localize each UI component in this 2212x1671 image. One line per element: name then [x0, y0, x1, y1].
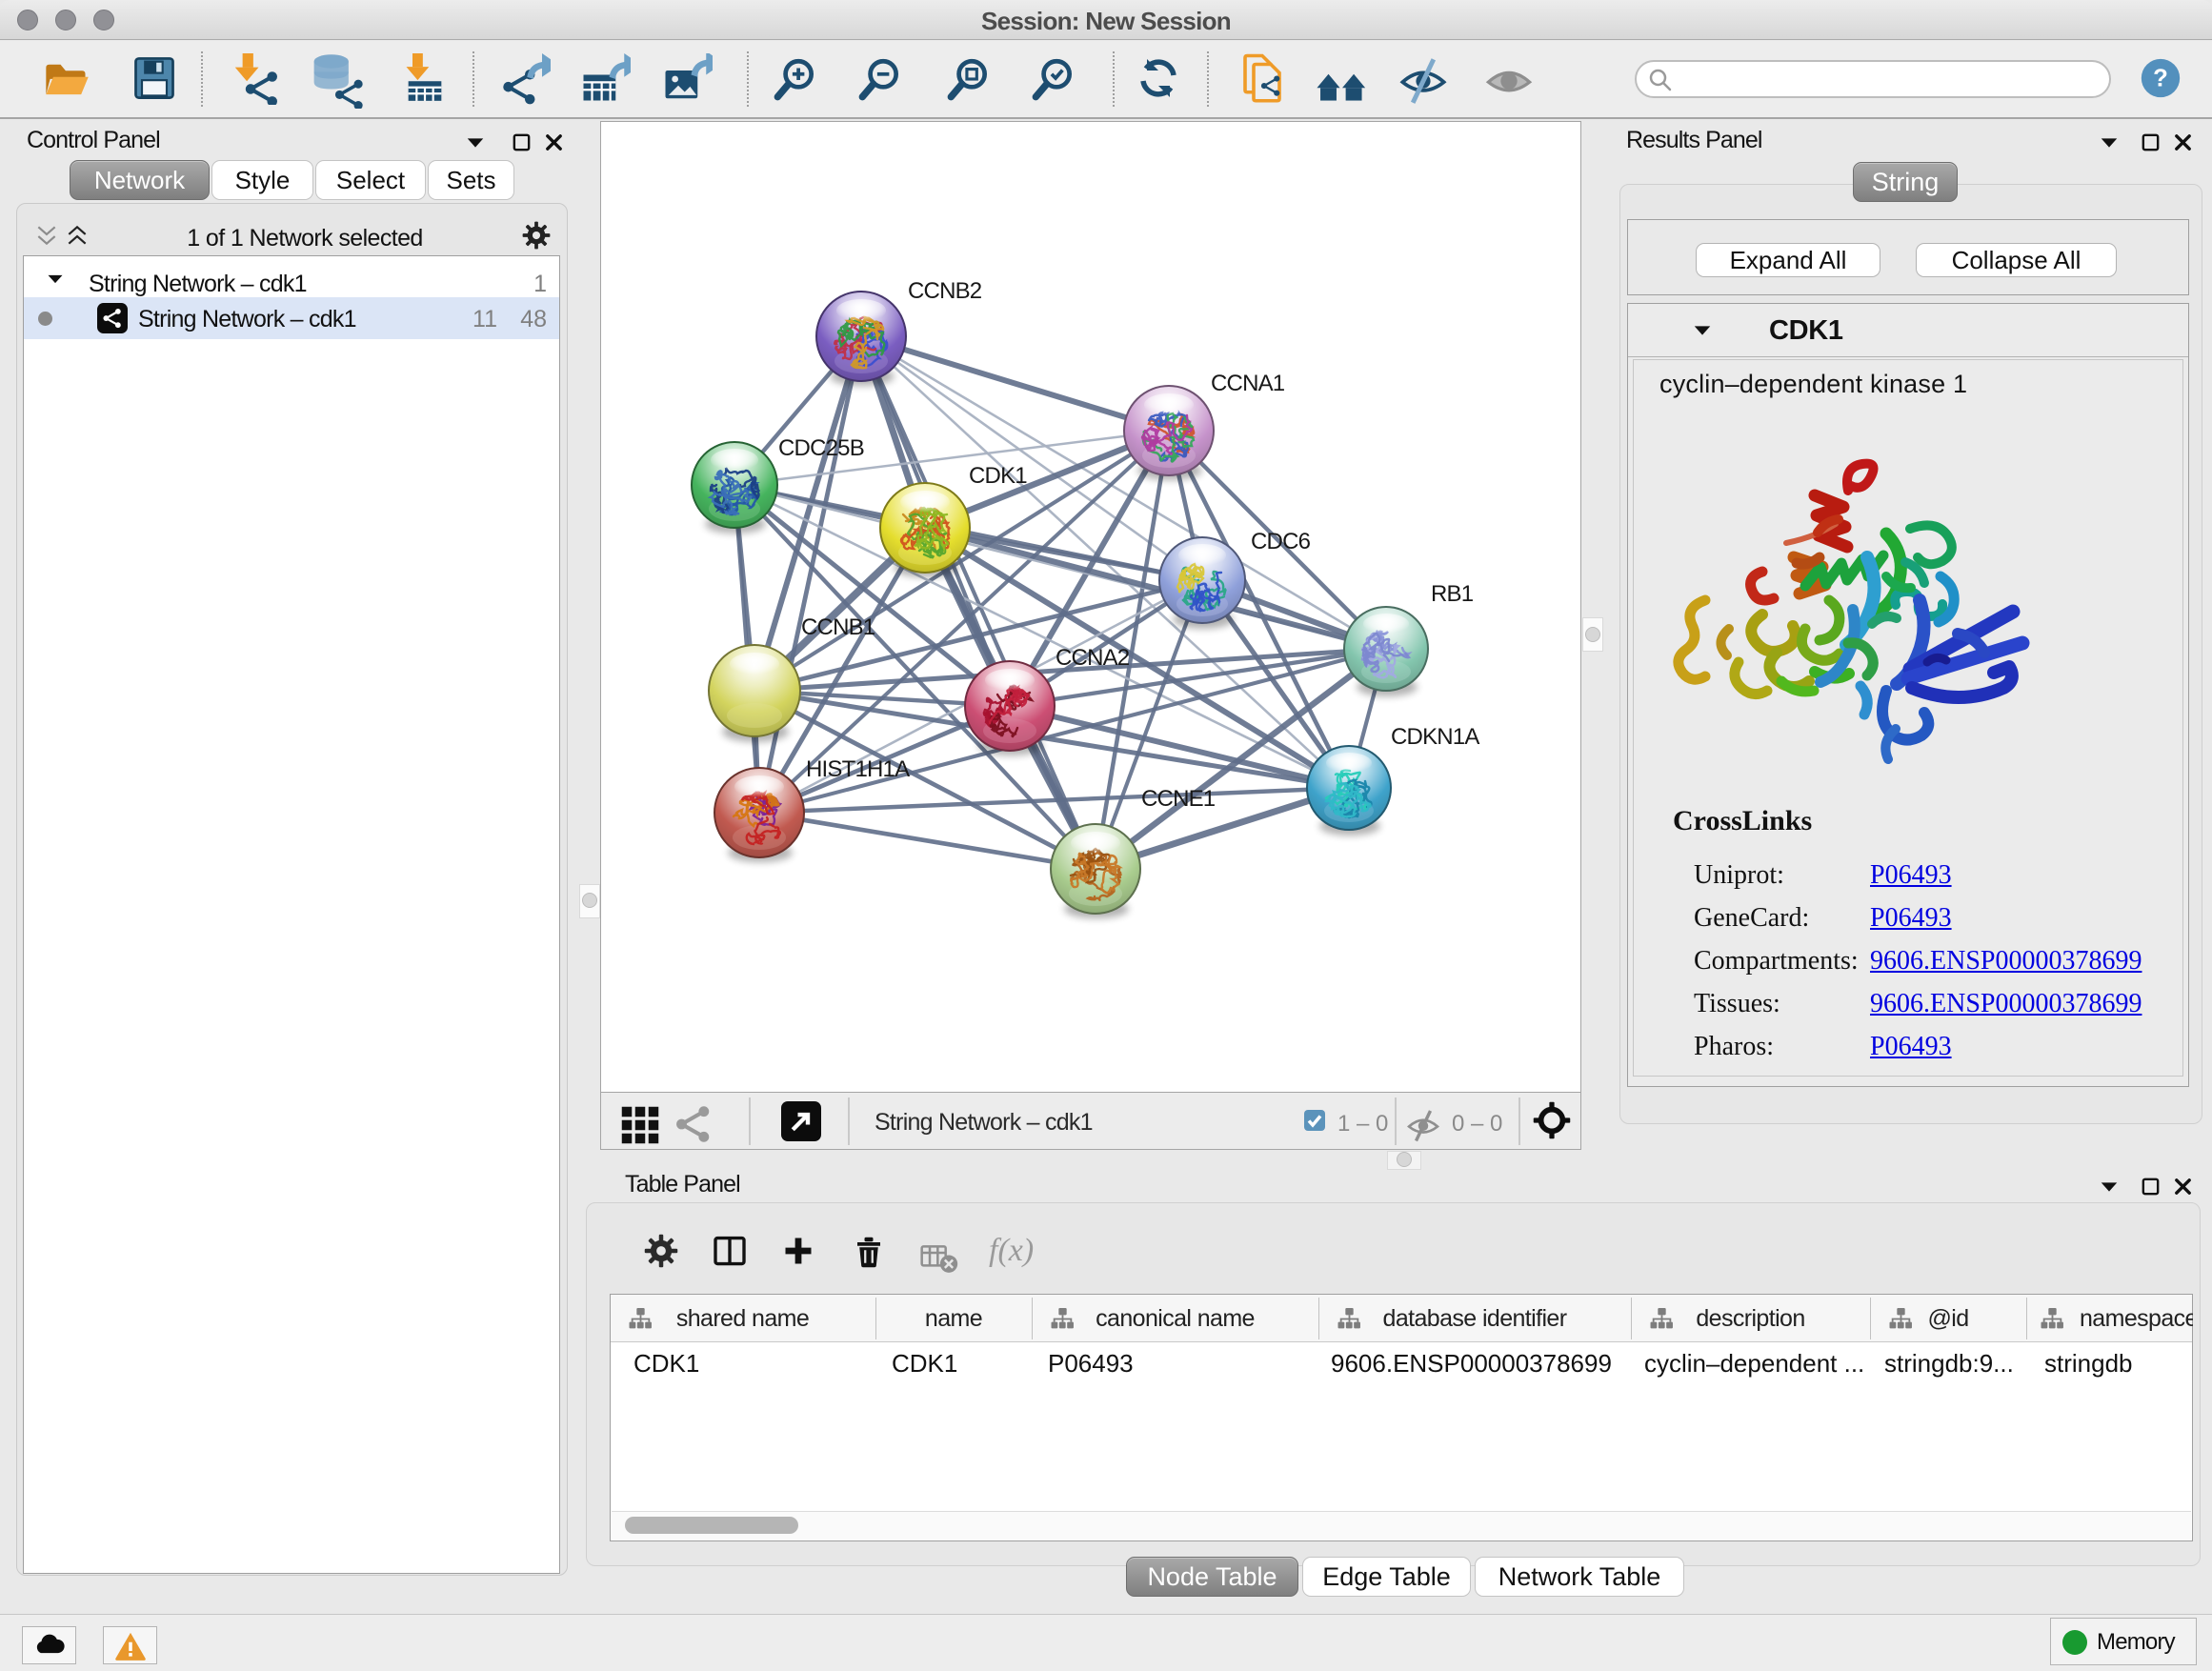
svg-text:CCNB2: CCNB2 [908, 278, 982, 304]
svg-text:CCNA2: CCNA2 [1056, 645, 1130, 671]
svg-text:CCNE1: CCNE1 [1141, 786, 1216, 812]
svg-text:CDK1: CDK1 [969, 463, 1027, 489]
svg-text:CDKN1A: CDKN1A [1391, 724, 1479, 750]
svg-text:?: ? [2153, 65, 2168, 91]
svg-text:CCNA1: CCNA1 [1211, 371, 1285, 396]
svg-text:CCNB1: CCNB1 [801, 614, 875, 640]
svg-text:HIST1H1A: HIST1H1A [806, 756, 910, 782]
svg-text:CDC6: CDC6 [1251, 529, 1311, 554]
svg-text:CDC25B: CDC25B [778, 435, 864, 461]
svg-text:RB1: RB1 [1431, 581, 1474, 607]
